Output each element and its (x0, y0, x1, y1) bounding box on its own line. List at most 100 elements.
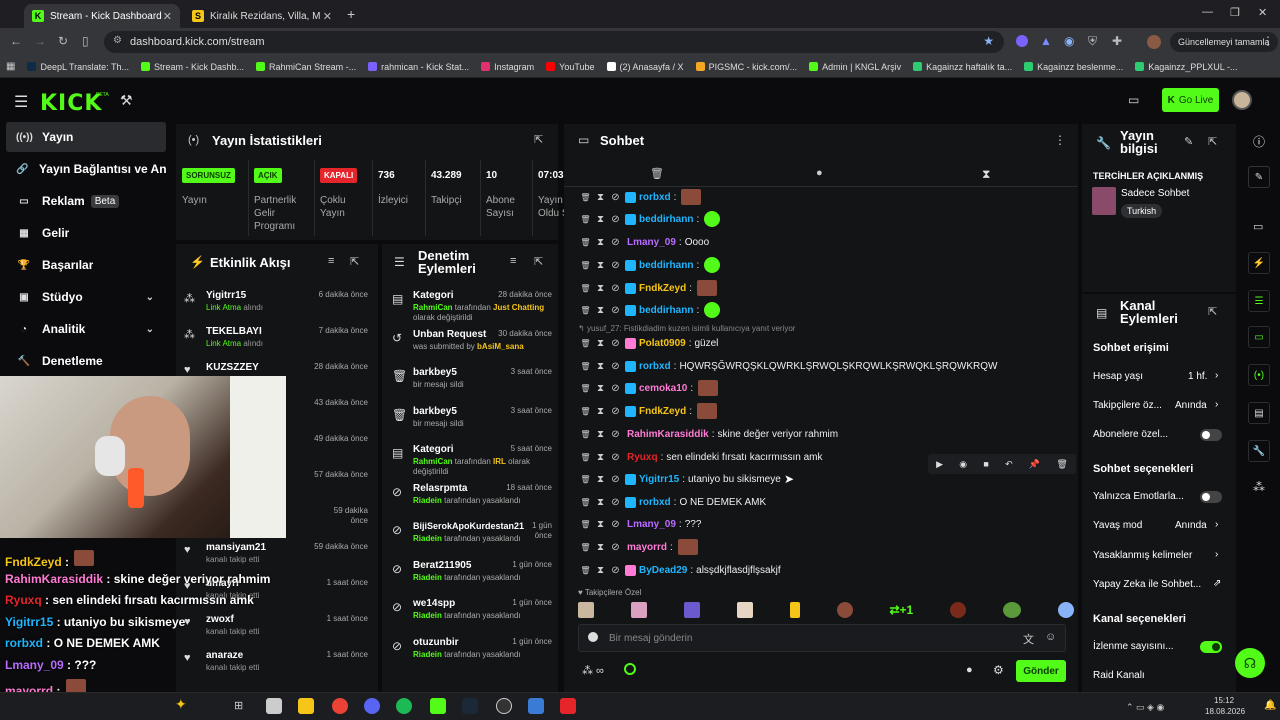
steam-icon[interactable] (462, 698, 478, 714)
chat-username[interactable]: RahimKarasiddik (627, 429, 709, 440)
chat-message[interactable]: 🗑 ⧗ ⊘ rorbxd: O NE DEMEK AMK (578, 491, 766, 513)
layout-icon[interactable]: ▭ (1253, 220, 1263, 233)
ban-icon[interactable]: ⊘ (608, 338, 623, 349)
bookmark-item[interactable]: Instagram (481, 62, 534, 72)
bookmark-item[interactable]: Kagainzz beslenme... (1024, 62, 1123, 72)
extension-icon[interactable]: ▲ (1040, 34, 1052, 48)
timeout-hourglass-icon[interactable]: ⧗ (593, 542, 608, 553)
timeout-hourglass-icon[interactable]: ⧗ (593, 338, 608, 349)
raid-channel-link[interactable]: Raid Kanalı (1093, 670, 1145, 681)
chat-message[interactable]: 🗑 ⧗ ⊘ rorbxd: HQWRŞĞWRQŞKLQWRKLŞRWQLŞKRQWLKŞ… (578, 355, 997, 377)
hammer-icon[interactable]: ⚒ (120, 92, 133, 109)
chat-username[interactable]: beddirhann (639, 214, 693, 225)
extension-icon[interactable]: ◉ (1064, 34, 1074, 48)
pin-icon[interactable]: 📌 (1029, 459, 1040, 470)
chat-username[interactable]: ByDead29 (639, 565, 687, 576)
theater-mode-icon[interactable]: ▭ (1128, 93, 1139, 107)
bookmark-item[interactable]: Kagainzz haftalık ta... (913, 62, 1012, 72)
timeout-hourglass-icon[interactable]: ⧗ (593, 497, 608, 508)
chat-message[interactable]: 🗑 ⧗ ⊘ cemoka10: (578, 377, 719, 399)
chat-menu-icon[interactable]: ⋮ (1054, 133, 1066, 147)
app-icon[interactable] (266, 698, 282, 714)
delete-message-icon[interactable]: 🗑 (578, 261, 593, 270)
filter-icon[interactable]: ≡ (328, 255, 334, 267)
timeout-hourglass-icon[interactable]: ⧗ (593, 361, 608, 372)
chat-username[interactable]: cemoka10 (639, 383, 687, 394)
discord-icon[interactable] (364, 698, 380, 714)
ban-icon[interactable]: ⊘ (608, 214, 623, 225)
chevron-right-icon[interactable]: › (1215, 519, 1218, 530)
chat-input[interactable]: Bir mesaj gönderin 文 ☺ (578, 624, 1066, 652)
chat-message[interactable]: 🗑 ⧗ ⊘ Polat0909: güzel (578, 332, 718, 354)
play-icon[interactable]: ▶ (936, 459, 943, 470)
chat-username[interactable]: rorbxd (639, 192, 671, 203)
chat-username[interactable]: Lmany_09 (627, 519, 676, 530)
user-avatar[interactable] (1232, 90, 1252, 110)
delete-message-icon[interactable]: 🗑 (578, 384, 593, 393)
settings-gear-icon[interactable]: ⚙ (993, 663, 1004, 677)
undo-icon[interactable]: ↶ (1005, 459, 1013, 470)
chevron-down-icon[interactable]: ⌄ (146, 324, 154, 335)
emote-icon[interactable]: ⇄+1 (889, 603, 913, 617)
moderation-item[interactable]: 🗑 barkbey5 3 saat önce bir mesajı sildi (388, 367, 552, 405)
chat-message[interactable]: 🗑 ⧗ ⊘ FndkZeyd: (578, 400, 718, 422)
followers-only-value[interactable]: Anında (1175, 400, 1207, 411)
ban-icon[interactable]: ⊘ (608, 429, 623, 440)
chat-username[interactable]: FndkZeyd (639, 406, 686, 417)
bookmark-item[interactable]: RahmiCan Stream -... (256, 62, 356, 72)
filter-icon[interactable]: ≡ (510, 255, 516, 267)
ban-icon[interactable]: ⊘ (608, 542, 623, 553)
sidebar-item-stüdyo[interactable]: ▣ Stüdyo ⌄ (6, 282, 166, 312)
timeout-hourglass-icon[interactable]: ⧗ (593, 383, 608, 394)
subscribers-only-toggle[interactable] (1200, 429, 1222, 441)
chevron-right-icon[interactable]: › (1215, 399, 1218, 410)
spotify-icon[interactable] (396, 698, 412, 714)
sidebar-item-yayın[interactable]: 🔗 Yayın Bağlantısı ve Anahtar (6, 154, 166, 184)
emote-icon[interactable] (950, 602, 967, 618)
ai-chat-link[interactable]: Yapay Zeka ile Sohbet... (1093, 579, 1201, 590)
sidebar-item-gelir[interactable]: ▦ Gelir (6, 218, 166, 248)
chat-bubble-icon[interactable]: ● (816, 167, 823, 179)
emote-icon[interactable] (789, 602, 800, 618)
delete-message-icon[interactable]: 🗑 (578, 566, 593, 575)
emote-icon[interactable] (1057, 602, 1074, 618)
delete-message-icon[interactable]: 🗑 (578, 520, 593, 529)
popout-icon[interactable]: ⇱ (534, 133, 543, 146)
chat-username[interactable]: Lmany_09 (627, 237, 676, 248)
task-view-icon[interactable]: ⊞ (234, 699, 243, 712)
chat-message[interactable]: 🗑 ⧗ ⊘ FndkZeyd: (578, 277, 718, 299)
bookmark-item[interactable]: (2) Anasayfa / X (606, 62, 684, 72)
delete-message-icon[interactable]: 🗑 (578, 543, 593, 552)
emote-icon[interactable] (1003, 602, 1021, 618)
ban-icon[interactable]: ⊘ (608, 519, 623, 530)
activity-item[interactable]: ⁂ Yigitrr15 Link Atma alındı 6 dakika önce (180, 290, 372, 326)
file-explorer-icon[interactable] (298, 698, 314, 714)
wrench-icon[interactable]: 🔧 (1248, 440, 1270, 462)
language-tag[interactable]: Turkish (1121, 204, 1163, 218)
moderation-item[interactable]: ⊘ we14spp 1 gün önce Riadein tarafından yas… (388, 598, 552, 636)
chrome-icon[interactable] (332, 698, 348, 714)
obs-icon[interactable] (496, 698, 512, 714)
chat-username[interactable]: beddirhann (639, 260, 693, 271)
ban-icon[interactable]: ⊘ (608, 305, 623, 316)
ban-icon[interactable]: ⊘ (608, 452, 623, 463)
chat-message[interactable]: 🗑 ⧗ ⊘ RahimKarasiddik: skine değer veriyor r… (578, 423, 838, 445)
send-button[interactable]: Gönder (1016, 660, 1066, 682)
sidebar-item-denetleme[interactable]: 🔨 Denetleme (6, 346, 166, 376)
moderation-item[interactable]: ▤ Kategori 28 dakika önce RahmiCan tarafınd… (388, 290, 552, 328)
delete-message-icon[interactable]: 🗑 (578, 407, 593, 416)
sidepanel-icon[interactable]: ▯ (82, 34, 89, 48)
minimize-icon[interactable]: — (1202, 6, 1213, 18)
chat-icon[interactable]: ▭ (1248, 326, 1270, 348)
chat-username[interactable]: rorbxd (639, 361, 671, 372)
timeout-hourglass-icon[interactable]: ⧗ (593, 452, 608, 463)
chat-username[interactable]: beddirhann (639, 305, 693, 316)
chevron-down-icon[interactable]: ⌄ (146, 292, 154, 303)
edit-pencil-icon[interactable]: ✎ (1184, 135, 1193, 148)
ban-icon[interactable]: ⊘ (608, 474, 623, 485)
chevron-right-icon[interactable]: › (1215, 370, 1218, 381)
go-live-button[interactable]: K Go Live (1162, 88, 1219, 112)
timeout-hourglass-icon[interactable]: ⧗ (593, 260, 608, 271)
timeout-hourglass-icon[interactable]: ⧗ (593, 237, 608, 248)
timeout-hourglass-icon[interactable]: ⧗ (593, 305, 608, 316)
